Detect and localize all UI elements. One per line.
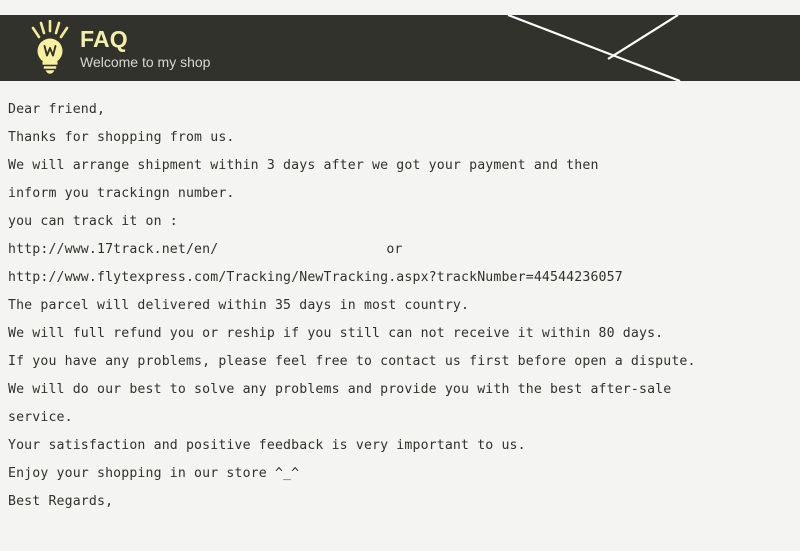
copy-line-text: Dear friend,	[8, 102, 106, 117]
copy-line-text: Best Regards,	[8, 494, 114, 509]
copy-line: Thanks for shopping from us.	[8, 124, 794, 152]
copy-line: Enjoy your shopping in our store ^_^	[8, 460, 794, 488]
copy-line-tracking-url-flytexpress: http://www.flytexpress.com/Tracking/NewT…	[8, 264, 794, 292]
copy-line-text: inform you trackingn number.	[8, 186, 235, 201]
brand-text: FAQ Welcome to my shop	[80, 27, 210, 70]
copy-line-tracking-url-17track: http://www.17track.net/en/or	[8, 236, 794, 264]
or-separator: or	[386, 242, 403, 257]
copy-line: you can track it on :	[8, 208, 794, 236]
copy-line-text: We will do our best to solve any problem…	[8, 382, 672, 397]
copy-line-text: you can track it on :	[8, 214, 178, 229]
copy-line: We will arrange shipment within 3 days a…	[8, 152, 794, 180]
copy-line: We will full refund you or reship if you…	[8, 320, 794, 348]
banner-diagonal-lines-decoration	[507, 15, 681, 81]
copy-line-text: Enjoy your shopping in our store ^_^	[8, 466, 300, 481]
copy-line: Best Regards,	[8, 488, 794, 516]
faq-body-text: Dear friend, Thanks for shopping from us…	[8, 96, 794, 516]
copy-line-text: If you have any problems, please feel fr…	[8, 354, 696, 369]
copy-line-text: We will arrange shipment within 3 days a…	[8, 158, 599, 173]
copy-line-text: We will full refund you or reship if you…	[8, 326, 664, 341]
copy-line-text: The parcel will delivered within 35 days…	[8, 298, 470, 313]
copy-line-text: service.	[8, 410, 73, 425]
faq-page: FAQ Welcome to my shop Dear friend, Than…	[0, 0, 800, 551]
copy-line: The parcel will delivered within 35 days…	[8, 292, 794, 320]
copy-line: inform you trackingn number.	[8, 180, 794, 208]
copy-line: Dear friend,	[8, 96, 794, 124]
lightbulb-icon	[31, 20, 69, 74]
brand-block: FAQ Welcome to my shop	[28, 15, 210, 81]
copy-line-text: Thanks for shopping from us.	[8, 130, 235, 145]
tracking-url-flytexpress[interactable]: http://www.flytexpress.com/Tracking/NewT…	[8, 270, 623, 285]
tracking-url-17track[interactable]: http://www.17track.net/en/	[8, 242, 218, 257]
brand-title: FAQ	[80, 26, 128, 53]
copy-line: If you have any problems, please feel fr…	[8, 348, 794, 376]
brand-subtitle: Welcome to my shop	[80, 54, 211, 71]
copy-line-text: Your satisfaction and positive feedback …	[8, 438, 526, 453]
copy-line: We will do our best to solve any problem…	[8, 376, 794, 404]
copy-line: service.	[8, 404, 794, 432]
copy-line: Your satisfaction and positive feedback …	[8, 432, 794, 460]
faq-header-banner: FAQ Welcome to my shop	[0, 15, 800, 81]
